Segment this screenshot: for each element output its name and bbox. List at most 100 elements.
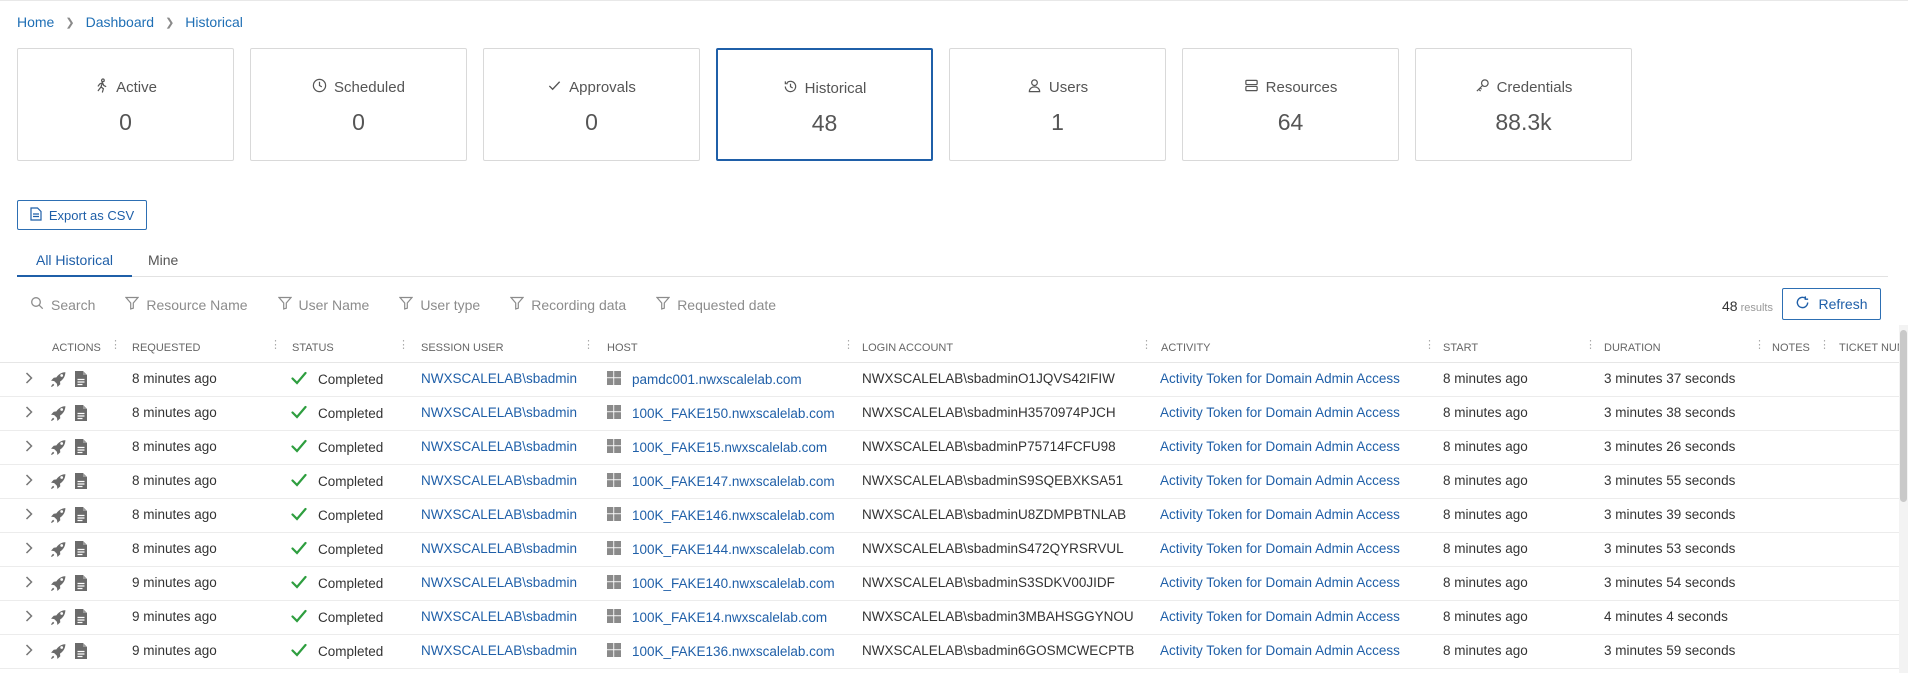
column-header-requested[interactable]: Requested <box>132 342 200 354</box>
document-icon[interactable] <box>74 574 88 595</box>
table-row[interactable]: 8 minutes ago Completed NWXSCALELAB\sbadmi… <box>0 431 1900 465</box>
host-link[interactable]: 100K_FAKE15.nwxscalelab.com <box>632 440 827 455</box>
card-active[interactable]: Active 0 <box>17 48 234 161</box>
card-resources[interactable]: Resources 64 <box>1182 48 1399 161</box>
rocket-icon[interactable] <box>50 405 67 425</box>
tab-mine[interactable]: Mine <box>148 252 178 268</box>
activity-link[interactable]: Activity Token for Domain Admin Access <box>1160 473 1400 488</box>
session-user-link[interactable]: NWXSCALELAB\sbadmin <box>421 473 577 488</box>
expand-row-icon[interactable] <box>24 575 34 592</box>
document-icon[interactable] <box>74 438 88 459</box>
table-row[interactable]: 8 minutes ago Completed NWXSCALELAB\sbadmi… <box>0 499 1900 533</box>
rocket-icon[interactable] <box>50 609 67 629</box>
table-row[interactable]: 8 minutes ago Completed NWXSCALELAB\sbadmi… <box>0 397 1900 431</box>
table-row[interactable]: 8 minutes ago Completed NWXSCALELAB\sbadmi… <box>0 465 1900 499</box>
column-resize-handle[interactable]: ⋮ <box>843 338 854 351</box>
document-icon[interactable] <box>74 642 88 663</box>
host-link[interactable]: 100K_FAKE147.nwxscalelab.com <box>632 474 835 489</box>
host-link[interactable]: 100K_FAKE146.nwxscalelab.com <box>632 508 835 523</box>
search-filter[interactable]: Search <box>30 296 95 313</box>
expand-row-icon[interactable] <box>24 405 34 422</box>
column-header-status[interactable]: Status <box>292 342 334 354</box>
rocket-icon[interactable] <box>50 473 67 493</box>
host-link[interactable]: 100K_FAKE140.nwxscalelab.com <box>632 576 835 591</box>
rocket-icon[interactable] <box>50 439 67 459</box>
activity-link[interactable]: Activity Token for Domain Admin Access <box>1160 575 1400 590</box>
session-user-link[interactable]: NWXSCALELAB\sbadmin <box>421 507 577 522</box>
column-header-start[interactable]: Start <box>1443 342 1478 354</box>
table-row[interactable]: 9 minutes ago Completed NWXSCALELAB\sbadmi… <box>0 601 1900 635</box>
column-header-ticket[interactable]: Ticket num <box>1839 342 1906 354</box>
recording-data-filter[interactable]: Recording data <box>509 296 626 313</box>
column-header-notes[interactable]: Notes <box>1772 342 1810 354</box>
column-header-login-account[interactable]: Login account <box>862 342 953 354</box>
document-icon[interactable] <box>74 472 88 493</box>
rocket-icon[interactable] <box>50 541 67 561</box>
card-credentials[interactable]: Credentials 88.3k <box>1415 48 1632 161</box>
session-user-link[interactable]: NWXSCALELAB\sbadmin <box>421 575 577 590</box>
activity-link[interactable]: Activity Token for Domain Admin Access <box>1160 609 1400 624</box>
table-row[interactable]: 8 minutes ago Completed NWXSCALELAB\sbadmi… <box>0 533 1900 567</box>
document-icon[interactable] <box>74 404 88 425</box>
refresh-button[interactable]: Refresh <box>1782 288 1881 320</box>
document-icon[interactable] <box>74 608 88 629</box>
scrollbar-thumb[interactable] <box>1900 330 1907 502</box>
session-user-link[interactable]: NWXSCALELAB\sbadmin <box>421 643 577 658</box>
column-resize-handle[interactable]: ⋮ <box>1585 338 1596 351</box>
column-resize-handle[interactable]: ⋮ <box>270 338 281 351</box>
expand-row-icon[interactable] <box>24 507 34 524</box>
host-link[interactable]: 100K_FAKE150.nwxscalelab.com <box>632 406 835 421</box>
user-type-filter[interactable]: User type <box>399 296 480 313</box>
breadcrumb-dashboard[interactable]: Dashboard <box>86 14 155 30</box>
activity-link[interactable]: Activity Token for Domain Admin Access <box>1160 405 1400 420</box>
rocket-icon[interactable] <box>50 575 67 595</box>
expand-row-icon[interactable] <box>24 541 34 558</box>
column-resize-handle[interactable]: ⋮ <box>1754 338 1765 351</box>
session-user-link[interactable]: NWXSCALELAB\sbadmin <box>421 609 577 624</box>
rocket-icon[interactable] <box>50 643 67 663</box>
expand-row-icon[interactable] <box>24 439 34 456</box>
column-resize-handle[interactable]: ⋮ <box>398 338 409 351</box>
activity-link[interactable]: Activity Token for Domain Admin Access <box>1160 507 1400 522</box>
host-link[interactable]: 100K_FAKE14.nwxscalelab.com <box>632 610 827 625</box>
requested-date-filter[interactable]: Requested date <box>655 296 776 313</box>
host-link[interactable]: 100K_FAKE136.nwxscalelab.com <box>632 644 835 659</box>
expand-row-icon[interactable] <box>24 643 34 660</box>
export-csv-button[interactable]: Export as CSV <box>17 200 147 230</box>
column-header-session-user[interactable]: Session user <box>421 342 504 354</box>
card-historical[interactable]: Historical 48 <box>716 48 933 161</box>
column-header-actions[interactable]: Actions <box>52 342 101 354</box>
card-approvals[interactable]: Approvals 0 <box>483 48 700 161</box>
session-user-link[interactable]: NWXSCALELAB\sbadmin <box>421 371 577 386</box>
column-resize-handle[interactable]: ⋮ <box>110 338 121 351</box>
column-resize-handle[interactable]: ⋮ <box>1819 338 1830 351</box>
expand-row-icon[interactable] <box>24 371 34 388</box>
card-users[interactable]: Users 1 <box>949 48 1166 161</box>
table-row[interactable]: 8 minutes ago Completed NWXSCALELAB\sbadmi… <box>0 363 1900 397</box>
card-scheduled[interactable]: Scheduled 0 <box>250 48 467 161</box>
session-user-link[interactable]: NWXSCALELAB\sbadmin <box>421 541 577 556</box>
table-row[interactable]: 9 minutes ago Completed NWXSCALELAB\sbadmi… <box>0 567 1900 601</box>
activity-link[interactable]: Activity Token for Domain Admin Access <box>1160 439 1400 454</box>
column-header-activity[interactable]: Activity <box>1161 342 1211 354</box>
table-row[interactable]: 9 minutes ago Completed NWXSCALELAB\sbadmi… <box>0 635 1900 669</box>
expand-row-icon[interactable] <box>24 609 34 626</box>
document-icon[interactable] <box>74 370 88 391</box>
host-link[interactable]: pamdc001.nwxscalelab.com <box>632 372 802 387</box>
expand-row-icon[interactable] <box>24 473 34 490</box>
activity-link[interactable]: Activity Token for Domain Admin Access <box>1160 371 1400 386</box>
document-icon[interactable] <box>74 506 88 527</box>
host-link[interactable]: 100K_FAKE144.nwxscalelab.com <box>632 542 835 557</box>
rocket-icon[interactable] <box>50 371 67 391</box>
tab-all-historical[interactable]: All Historical <box>17 252 132 277</box>
session-user-link[interactable]: NWXSCALELAB\sbadmin <box>421 439 577 454</box>
activity-link[interactable]: Activity Token for Domain Admin Access <box>1160 541 1400 556</box>
breadcrumb-home[interactable]: Home <box>17 14 54 30</box>
column-resize-handle[interactable]: ⋮ <box>1141 338 1152 351</box>
column-header-host[interactable]: Host <box>607 342 638 354</box>
column-resize-handle[interactable]: ⋮ <box>583 338 594 351</box>
session-user-link[interactable]: NWXSCALELAB\sbadmin <box>421 405 577 420</box>
column-header-duration[interactable]: Duration <box>1604 342 1661 354</box>
rocket-icon[interactable] <box>50 507 67 527</box>
user-name-filter[interactable]: User Name <box>277 296 369 313</box>
